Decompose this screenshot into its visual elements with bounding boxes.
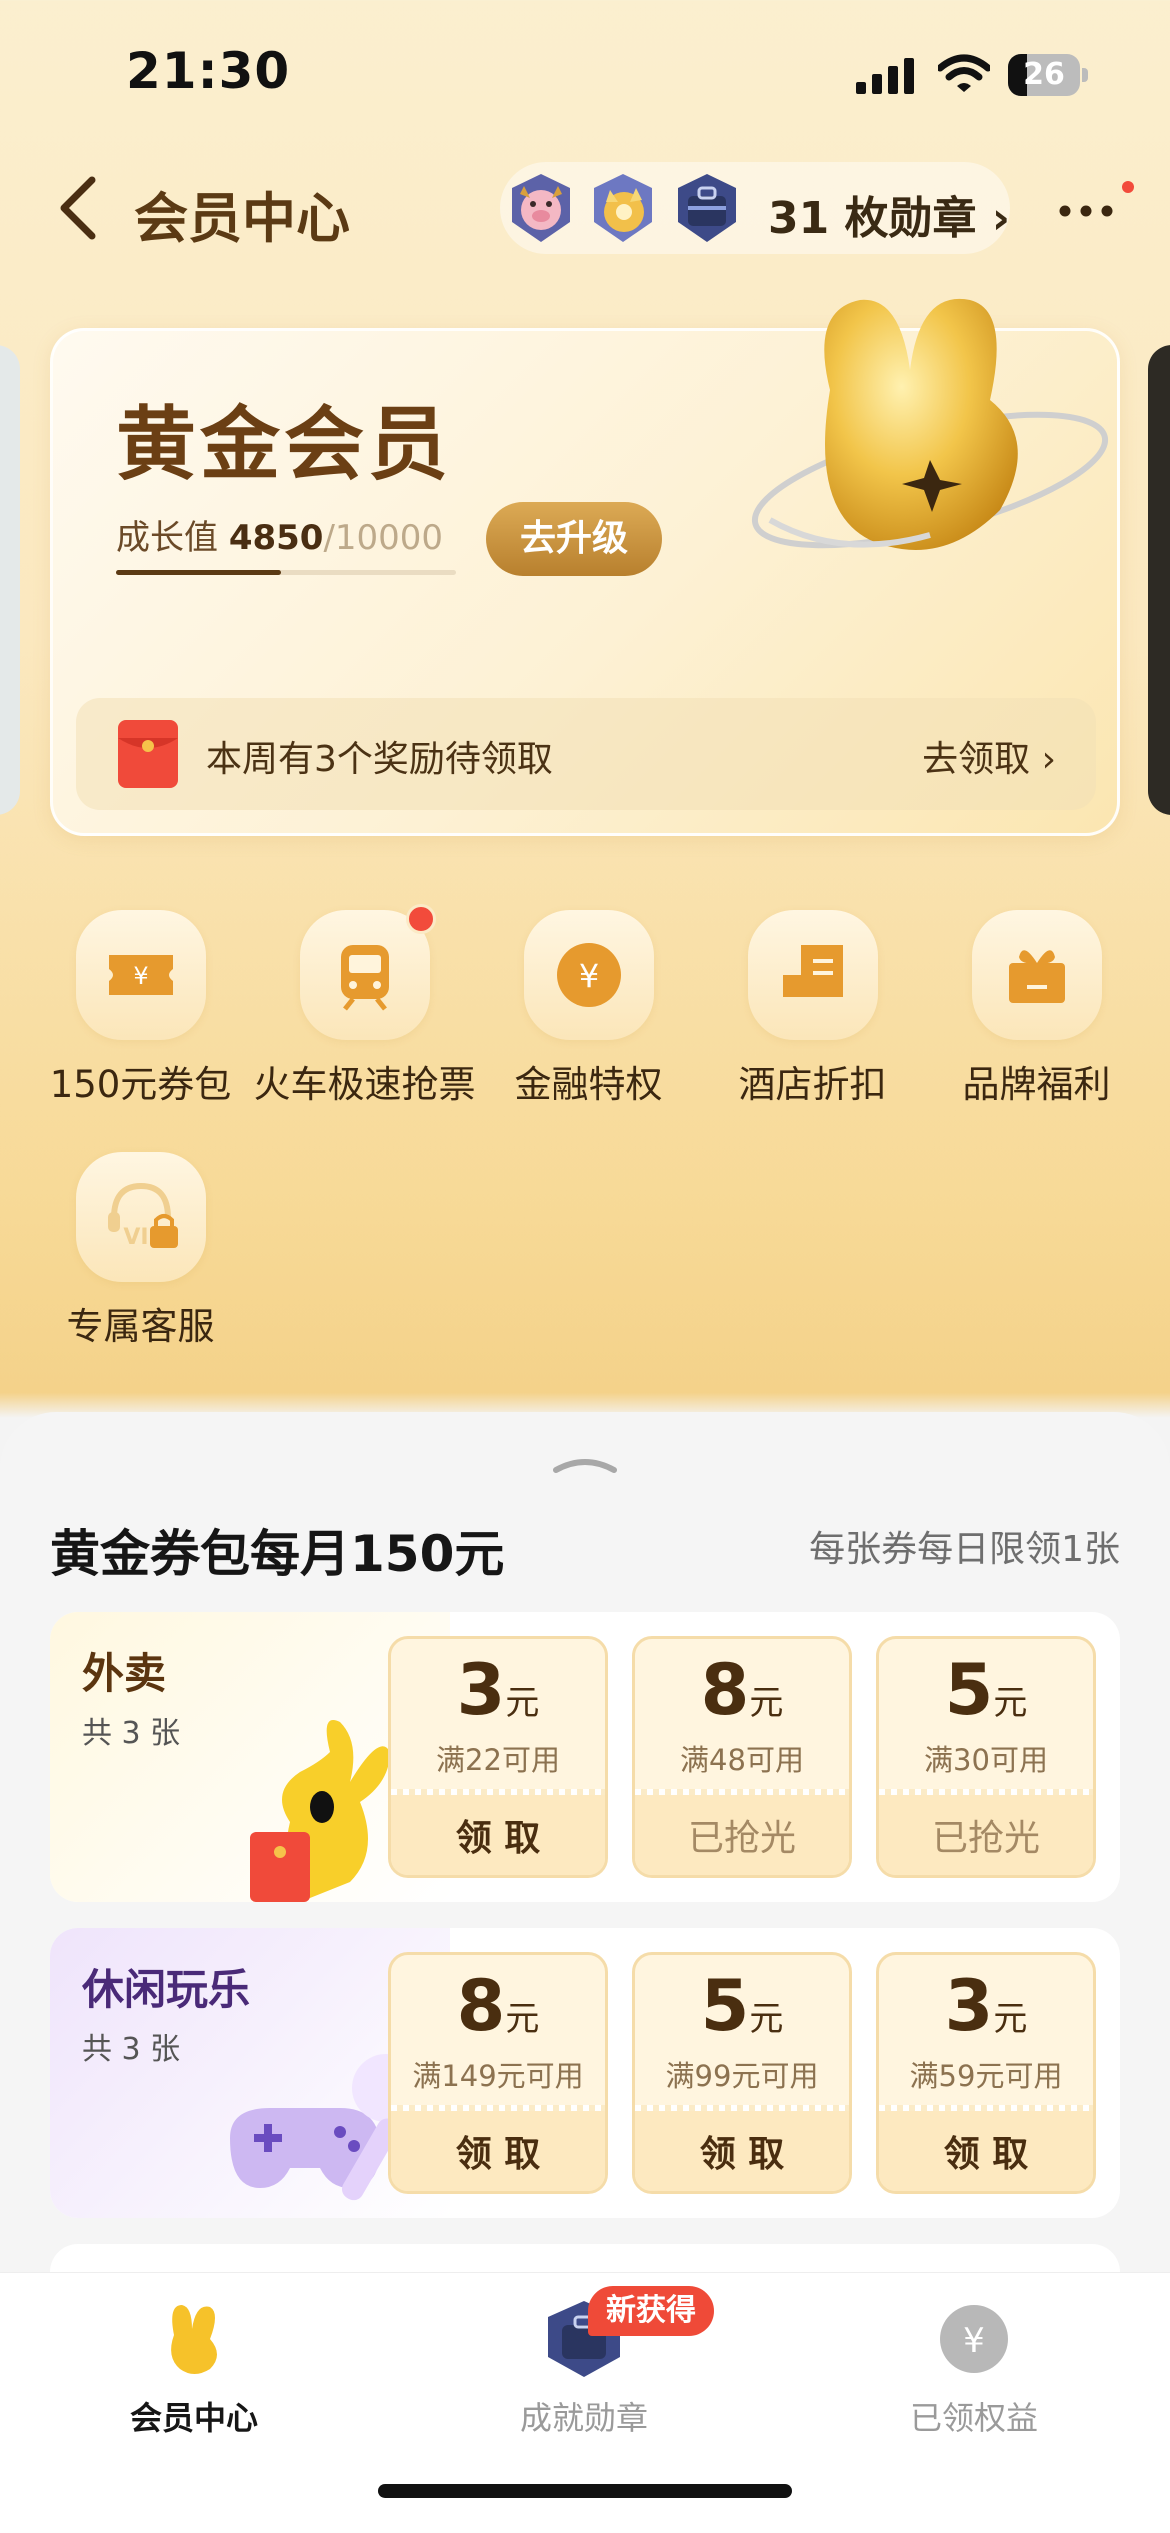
growth-progress-fill xyxy=(116,570,281,575)
next-tier-card[interactable] xyxy=(1148,345,1170,815)
sold-out-label: 已抢光 xyxy=(931,1818,1040,1859)
service-brand-benefits[interactable]: 品牌福利 xyxy=(924,910,1149,1108)
home-indicator xyxy=(378,2484,792,2498)
yen-coin-icon: ¥ xyxy=(556,943,621,1007)
service-coupon-pack[interactable]: ¥ 150元券包 xyxy=(28,910,253,1108)
tab-member-center[interactable]: 会员中心 xyxy=(44,2299,344,2439)
category-count: 共 3 张 xyxy=(82,2032,181,2067)
coupon-card[interactable]: 8元 满149元可用 领 取 xyxy=(388,1952,608,2194)
svg-text:¥: ¥ xyxy=(963,2321,985,2361)
gift-icon xyxy=(1008,950,1065,1003)
service-hotel[interactable]: 酒店折扣 xyxy=(700,910,925,1108)
notification-dot xyxy=(1122,181,1134,193)
hotel-icon xyxy=(782,945,843,997)
cellular-signal-icon xyxy=(856,58,914,94)
gold-rabbit-mascot-icon xyxy=(751,298,1109,550)
coupon-section-note: 每张券每日限领1张 xyxy=(809,1529,1120,1570)
vip-headset-locked-icon: VI xyxy=(107,1182,178,1250)
status-time: 21:30 xyxy=(126,42,291,100)
coupon-section-title: 黄金券包每月150元 xyxy=(50,1525,505,1583)
claim-coupon-button[interactable]: 领 取 xyxy=(635,2125,849,2177)
more-options-icon[interactable] xyxy=(1058,204,1114,218)
svg-text:VI: VI xyxy=(123,1225,148,1250)
service-train-tickets[interactable]: 火车极速抢票 xyxy=(252,904,477,1108)
gold-creature-medal-icon xyxy=(594,174,652,242)
coupon-card[interactable]: 3元 满22可用 领 取 xyxy=(388,1636,608,1878)
coupon-card[interactable]: 3元 满59元可用 领 取 xyxy=(876,1952,1096,2194)
upgrade-button[interactable]: 去升级 xyxy=(486,502,662,576)
service-finance[interactable]: ¥ 金融特权 xyxy=(476,910,701,1108)
claim-coupon-button[interactable]: 领 取 xyxy=(391,2125,605,2177)
train-icon xyxy=(340,945,389,1011)
battery-percent: 26 xyxy=(1023,57,1065,92)
coupon-category-takeout: 外卖 共 3 张 3元 满22可用 领 取 8元 满48可用 已抢光 5元 满3… xyxy=(50,1612,1120,1902)
membership-level: 黄金会员 xyxy=(116,398,452,491)
page-title: 会员中心 xyxy=(134,187,350,250)
category-name: 外卖 xyxy=(82,1649,167,1698)
medal-summary-button[interactable]: 31 枚勋章 › xyxy=(500,162,1010,254)
growth-value: 成长值 4850/10000 xyxy=(116,518,444,558)
new-dot xyxy=(405,904,436,934)
coupon-category-leisure: 休闲玩乐 共 3 张 8元 满149元可用 领 取 5元 满99元可用 领 取 … xyxy=(50,1928,1120,2218)
red-packet-icon xyxy=(118,720,178,788)
claim-coupon-button[interactable]: 领 取 xyxy=(879,2125,1093,2177)
briefcase-medal-icon xyxy=(678,174,736,242)
rabbit-icon xyxy=(171,2305,217,2374)
svg-text:¥: ¥ xyxy=(133,962,148,990)
yen-coin-icon: ¥ xyxy=(940,2305,1008,2373)
weekly-reward-banner[interactable]: 本周有3个奖励待领取 去领取 › xyxy=(76,698,1096,810)
previous-tier-card[interactable] xyxy=(0,345,20,815)
wifi-icon xyxy=(938,54,990,92)
service-exclusive-support[interactable]: VI 专属客服 xyxy=(28,1152,253,1350)
back-chevron-icon[interactable] xyxy=(58,176,98,240)
claim-reward-link[interactable]: 去领取 › xyxy=(922,730,1056,782)
pig-medal-icon xyxy=(512,174,570,242)
coupon-card[interactable]: 5元 满99元可用 领 取 xyxy=(632,1952,852,2194)
coupon-card[interactable]: 5元 满30可用 已抢光 xyxy=(876,1636,1096,1878)
category-name: 休闲玩乐 xyxy=(82,1965,251,2014)
ticket-icon: ¥ xyxy=(108,955,173,995)
reward-text: 本周有3个奖励待领取 xyxy=(206,739,553,780)
medal-count: 31 枚勋章 › xyxy=(768,193,1011,244)
svg-text:¥: ¥ xyxy=(578,957,598,995)
claim-coupon-button[interactable]: 领 取 xyxy=(391,1809,605,1861)
sheet-handle-chevron-icon[interactable] xyxy=(550,1452,620,1476)
new-badge: 新获得 xyxy=(588,2286,714,2336)
sold-out-label: 已抢光 xyxy=(687,1818,796,1859)
category-count: 共 3 张 xyxy=(82,1716,181,1751)
coupon-card[interactable]: 8元 满48可用 已抢光 xyxy=(632,1636,852,1878)
tab-claimed-benefits[interactable]: ¥ 已领权益 xyxy=(824,2299,1124,2439)
battery-icon: 26 xyxy=(1008,54,1088,96)
